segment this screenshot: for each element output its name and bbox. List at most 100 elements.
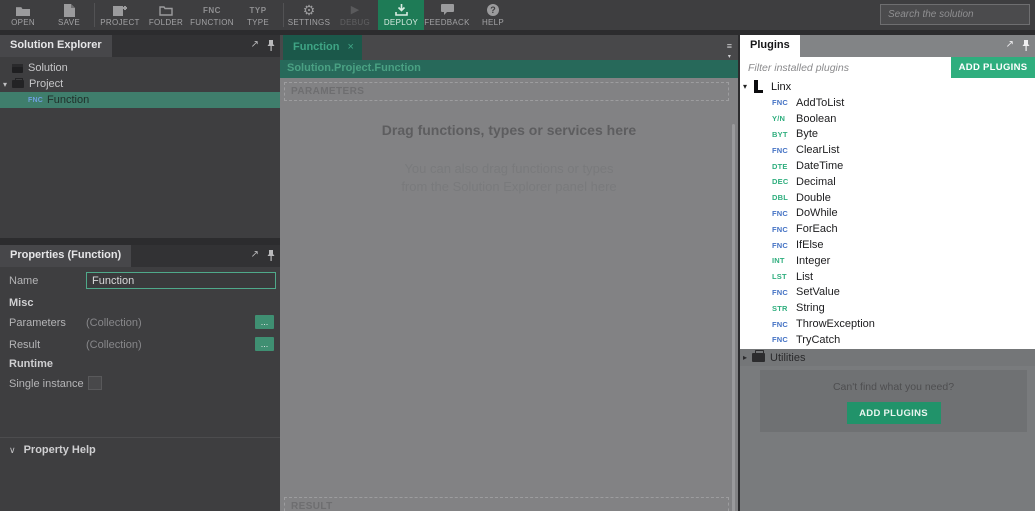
type-badge-icon: DTE	[772, 161, 788, 171]
tree-item-function[interactable]: FNC Function	[0, 92, 280, 108]
fnc-badge-icon: FNC	[772, 208, 789, 218]
editor-tab-strip: Function × ≡ ▾	[280, 35, 738, 60]
parameters-label: Parameters	[9, 317, 66, 329]
fnc-badge-icon: FNC	[772, 98, 789, 108]
properties-panel: Properties (Function) ↗ Name Misc Parame…	[0, 245, 280, 511]
plugin-item-integer[interactable]: INT Integer	[740, 253, 1035, 269]
plugin-item-label: Byte	[796, 128, 819, 141]
plugin-item-datetime[interactable]: DTE DateTime	[740, 158, 1035, 174]
plugin-item-list[interactable]: LST List	[740, 269, 1035, 285]
plugins-header: Plugins ↗	[740, 35, 1035, 57]
toolbar-separator	[283, 3, 284, 27]
function-editor: Function × ≡ ▾ Solution.Project.Function P…	[280, 35, 738, 511]
save-label: SAVE	[58, 17, 80, 27]
plugin-item-throwexception[interactable]: FNC ThrowException	[740, 316, 1035, 332]
tab-function[interactable]: Function ×	[283, 35, 362, 60]
plugin-item-string[interactable]: STR String	[740, 300, 1035, 316]
plugin-item-label: Double	[796, 191, 831, 204]
project-icon	[12, 78, 24, 88]
debug-button[interactable]: ▶ DEBUG	[332, 0, 378, 30]
deploy-label: DEPLOY	[383, 17, 419, 27]
speech-bubble-icon	[440, 4, 454, 17]
project-button[interactable]: PROJECT	[97, 0, 143, 30]
plugin-item-double[interactable]: DBL Double	[740, 190, 1035, 206]
tree-item-label: Solution	[28, 62, 68, 74]
add-plugins-footer-button[interactable]: ADD PLUGINS	[846, 402, 941, 424]
search-input[interactable]	[880, 4, 1030, 25]
save-button[interactable]: SAVE	[46, 0, 92, 30]
plugin-item-clearlist[interactable]: FNC ClearList	[740, 142, 1035, 158]
plugins-root-utilities[interactable]: ▸ Utilities	[740, 349, 1035, 366]
plugin-item-ifelse[interactable]: FNC IfElse	[740, 237, 1035, 253]
caret-down-icon[interactable]: ▾	[0, 80, 10, 89]
pin-icon[interactable]	[267, 249, 275, 261]
result-ellipsis-button[interactable]: ...	[255, 337, 274, 351]
plugin-item-foreach[interactable]: FNC ForEach	[740, 221, 1035, 237]
undock-icon[interactable]: ↗	[1006, 39, 1014, 51]
save-file-icon	[63, 3, 75, 17]
fnc-badge-icon: FNC	[772, 319, 789, 329]
plugins-root-linx[interactable]: ▾ Linx	[740, 78, 1035, 95]
plugin-item-byte[interactable]: BYT Byte	[740, 127, 1035, 143]
utilities-label: Utilities	[770, 351, 806, 364]
result-label: Result	[9, 339, 41, 351]
result-zone[interactable]: RESULT	[284, 497, 729, 511]
pin-icon[interactable]	[1022, 39, 1030, 51]
undock-icon[interactable]: ↗	[251, 39, 259, 51]
name-input[interactable]	[86, 272, 276, 289]
plugin-item-dowhile[interactable]: FNC DoWhile	[740, 206, 1035, 222]
feedback-label: FEEDBACK	[424, 17, 470, 27]
help-icon: ?	[487, 4, 499, 17]
type-badge-icon: LST	[772, 272, 787, 282]
plugin-item-addtolist[interactable]: FNC AddToList	[740, 95, 1035, 111]
feedback-button[interactable]: FEEDBACK	[424, 0, 470, 30]
plugin-item-decimal[interactable]: DEC Decimal	[740, 174, 1035, 190]
property-help-toggle[interactable]: ∨ Property Help	[9, 444, 96, 456]
solution-tree: Solution ▾ Project FNC Function	[0, 57, 280, 108]
open-button[interactable]: OPEN	[0, 0, 46, 30]
debug-label: DEBUG	[340, 17, 370, 27]
plugin-item-label: TryCatch	[796, 333, 841, 346]
parameters-ellipsis-button[interactable]: ...	[255, 315, 274, 329]
vertical-scrollbar[interactable]	[732, 124, 735, 511]
single-instance-checkbox[interactable]	[88, 376, 102, 390]
solution-explorer-tab[interactable]: Solution Explorer	[0, 35, 112, 57]
undock-icon[interactable]: ↗	[251, 249, 259, 261]
caret-right-icon[interactable]: ▸	[740, 353, 750, 362]
typ-icon: TYP	[249, 5, 267, 15]
plugin-item-trycatch[interactable]: FNC TryCatch	[740, 332, 1035, 348]
plugin-item-setvalue[interactable]: FNC SetValue	[740, 285, 1035, 301]
caret-down-icon[interactable]: ▾	[740, 82, 750, 91]
plugins-tab[interactable]: Plugins	[740, 35, 800, 57]
help-button[interactable]: ? HELP	[470, 0, 516, 30]
settings-button[interactable]: ⚙ SETTINGS	[286, 0, 332, 30]
type-button[interactable]: TYP TYPE	[235, 0, 281, 30]
properties-tab[interactable]: Properties (Function)	[0, 245, 132, 267]
plugin-item-boolean[interactable]: Y/N Boolean	[740, 111, 1035, 127]
tree-item-project[interactable]: ▾ Project	[0, 76, 280, 92]
pin-icon[interactable]	[267, 39, 275, 51]
gear-icon: ⚙	[302, 1, 316, 18]
fnc-badge-icon: FNC	[772, 145, 789, 155]
filter-plugins-input[interactable]	[740, 57, 950, 78]
folder-button[interactable]: FOLDER	[143, 0, 189, 30]
add-plugins-button[interactable]: ADD PLUGINS	[951, 57, 1035, 78]
function-canvas[interactable]: PARAMETERS Drag functions, types or serv…	[280, 78, 738, 511]
parameters-zone[interactable]: PARAMETERS	[284, 82, 729, 101]
close-icon[interactable]: ×	[347, 41, 353, 53]
type-badge-icon: Y/N	[772, 114, 786, 124]
tree-item-solution[interactable]: Solution	[0, 60, 280, 76]
settings-label: SETTINGS	[287, 17, 331, 27]
deploy-button[interactable]: DEPLOY	[378, 0, 424, 30]
plugin-item-label: DateTime	[796, 160, 844, 173]
type-badge-icon: DBL	[772, 193, 789, 203]
tab-list-icon[interactable]: ≡ ▾	[727, 42, 732, 62]
name-property-row: Name	[0, 272, 280, 291]
plugin-item-label: Integer	[796, 254, 831, 267]
type-badge-icon: STR	[772, 303, 788, 313]
fnc-badge-icon: FNC	[772, 287, 789, 297]
breadcrumb: Solution.Project.Function	[280, 60, 738, 78]
tree-item-label: Function	[47, 94, 90, 106]
toolbar-separator	[94, 3, 95, 27]
function-button[interactable]: FNC FUNCTION	[189, 0, 235, 30]
